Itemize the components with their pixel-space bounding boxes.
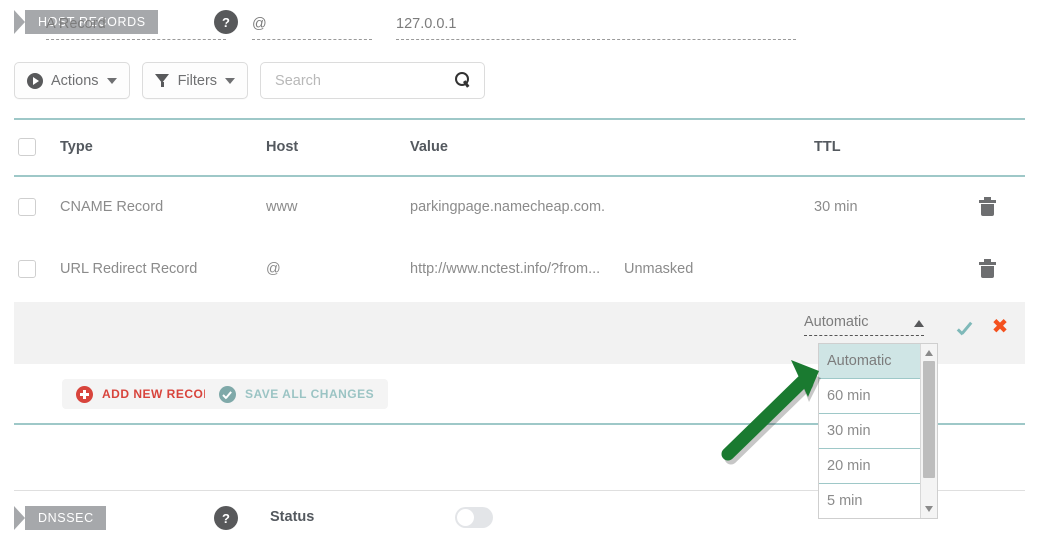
search-input[interactable] [273, 71, 458, 90]
play-circle-icon [27, 72, 43, 89]
help-icon-dnssec[interactable]: ? [214, 506, 238, 530]
record-value: parkingpage.namecheap.com. [410, 198, 606, 215]
ttl-dropdown-list[interactable]: Automatic 60 min 30 min 20 min 5 min [818, 343, 938, 519]
record-ttl-select-value: Automatic [804, 314, 869, 330]
select-all-cell[interactable] [18, 126, 58, 168]
filters-button-label: Filters [177, 72, 218, 89]
row-checkbox[interactable] [18, 259, 36, 278]
confirm-edit-button[interactable] [956, 320, 976, 340]
record-host-input-value: @ [252, 16, 267, 32]
row-select-cell[interactable] [18, 186, 58, 227]
record-ttl: 30 min [814, 198, 858, 215]
scroll-down-arrow-icon[interactable] [925, 506, 933, 512]
chevron-down-icon [216, 23, 226, 30]
record-host: www [266, 198, 298, 215]
toggle-knob [457, 509, 474, 526]
close-icon: ✖ [991, 316, 1009, 338]
table-top-rule [14, 118, 1025, 120]
delete-record-button[interactable] [979, 248, 996, 289]
table-header-row: Type Host Value TTL [14, 126, 1025, 168]
column-header-type[interactable]: Type [60, 126, 93, 168]
record-ttl-select[interactable]: Automatic [804, 314, 924, 336]
table-header-rule [14, 175, 1025, 177]
trash-icon [979, 259, 996, 278]
filters-button[interactable]: Filters [141, 62, 249, 99]
help-icon-glyph: ? [222, 510, 230, 526]
ttl-option-20-min[interactable]: 20 min [819, 449, 921, 484]
trash-icon [979, 197, 996, 216]
cancel-edit-button[interactable]: ✖ [991, 316, 1009, 338]
column-header-ttl[interactable]: TTL [814, 126, 841, 168]
record-mask-mode: Unmasked [624, 260, 694, 277]
chevron-down-icon [225, 77, 236, 84]
chevron-down-icon [106, 77, 117, 84]
save-all-changes-label: SAVE ALL CHANGES [245, 387, 375, 401]
dnssec-toggle-switch[interactable] [455, 507, 493, 528]
record-value: http://www.nctest.info/?from... [410, 260, 601, 277]
row-checkbox[interactable] [18, 197, 36, 216]
search-box[interactable] [260, 62, 486, 99]
table-row: CNAME Record www parkingpage.namecheap.c… [14, 186, 1025, 227]
record-type-select[interactable]: A Record [46, 16, 226, 40]
delete-record-button[interactable] [979, 186, 996, 227]
ttl-option-automatic[interactable]: Automatic [819, 344, 921, 379]
scrollbar-thumb[interactable] [923, 361, 935, 478]
plus-circle-icon [76, 385, 93, 403]
record-host-input[interactable]: @ [252, 16, 372, 40]
ttl-option-30-min[interactable]: 30 min [819, 414, 921, 449]
annotation-arrow-icon [721, 360, 821, 465]
add-new-record-label: ADD NEW RECORD [102, 387, 222, 401]
record-value-input-value: 127.0.0.1 [396, 16, 457, 32]
row-select-cell[interactable] [18, 248, 58, 289]
record-type: URL Redirect Record [60, 260, 198, 277]
scroll-up-arrow-icon[interactable] [925, 350, 933, 356]
ttl-option-5-min[interactable]: 5 min [819, 484, 921, 518]
chevron-up-icon [914, 320, 924, 327]
section-tag-dnssec[interactable]: DNSSEC [14, 506, 106, 530]
actions-button[interactable]: Actions [14, 62, 130, 99]
search-icon[interactable] [454, 72, 472, 90]
host-records-page: HOST RECORDS ? Actions Filters Ty [0, 0, 1039, 546]
toolbar: Actions Filters [14, 62, 486, 99]
section-tag-label: DNSSEC [38, 511, 94, 525]
record-type: CNAME Record [60, 198, 164, 215]
chevron-right-icon [14, 506, 28, 530]
dnssec-status-label: Status [270, 509, 315, 525]
funnel-icon [154, 73, 170, 88]
table-row: URL Redirect Record @ http://www.nctest.… [14, 248, 1025, 289]
column-header-host[interactable]: Host [266, 126, 298, 168]
column-header-value[interactable]: Value [410, 126, 448, 168]
dropdown-scrollbar[interactable] [920, 344, 937, 518]
record-value-input[interactable]: 127.0.0.1 [396, 16, 796, 40]
actions-button-label: Actions [51, 72, 99, 89]
record-host: @ [266, 260, 281, 277]
ttl-option-60-min[interactable]: 60 min [819, 379, 921, 414]
record-type-select-value: A Record [46, 16, 106, 32]
select-all-checkbox[interactable] [18, 138, 36, 156]
save-all-changes-button[interactable]: SAVE ALL CHANGES [205, 379, 389, 409]
chevron-right-icon [14, 10, 28, 34]
check-circle-icon [219, 385, 236, 403]
